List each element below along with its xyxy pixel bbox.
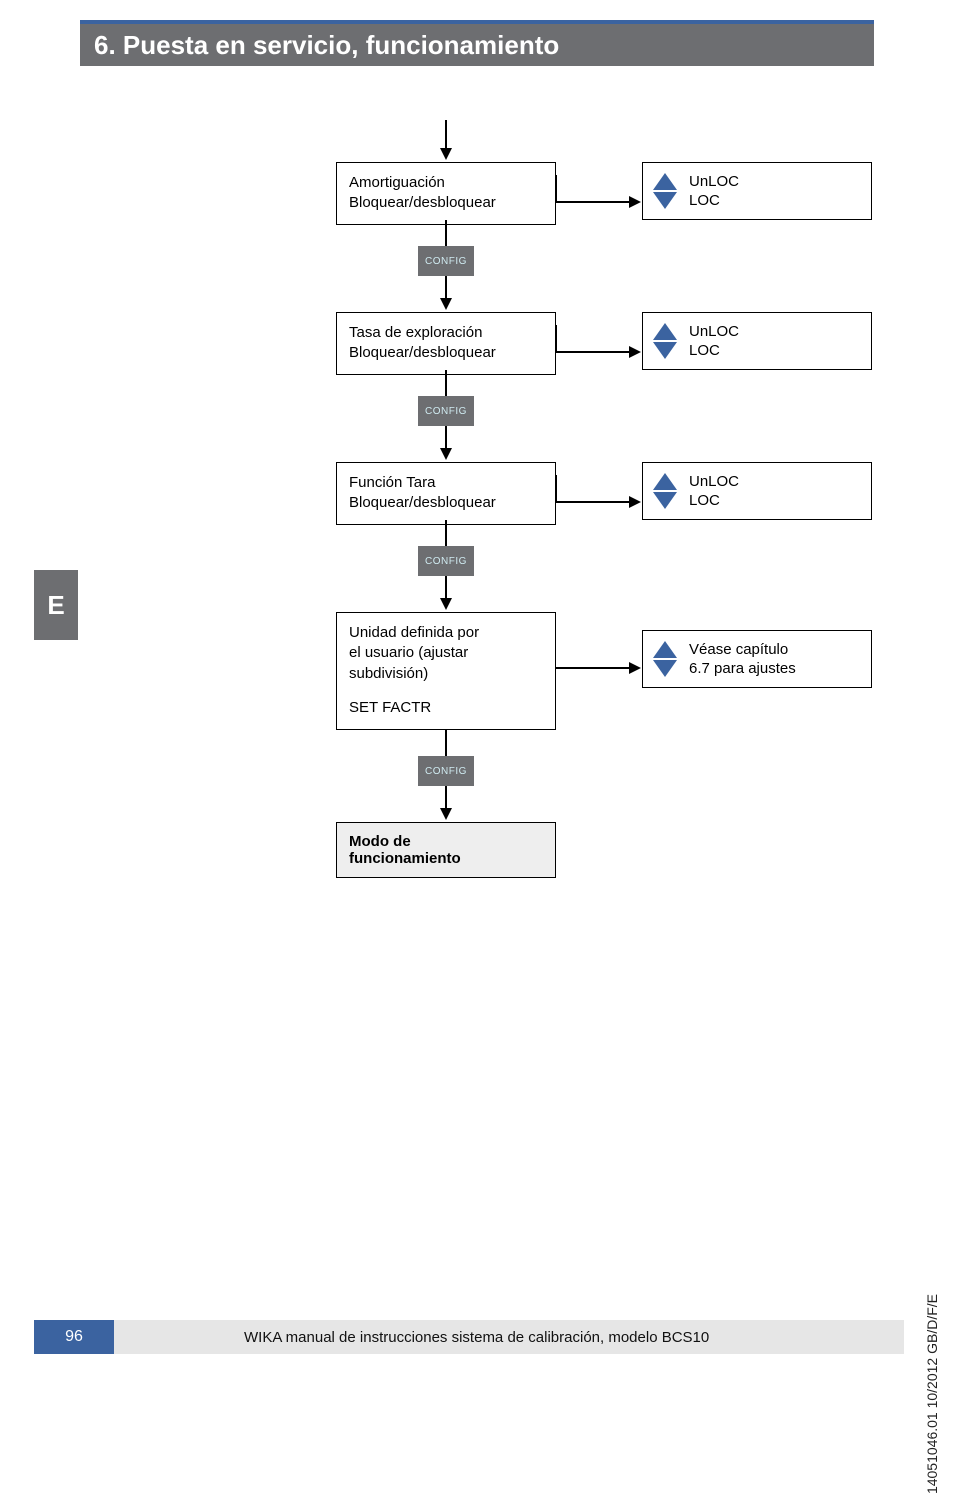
arrow-right-icon <box>629 346 641 358</box>
option-row: LOC <box>653 192 861 209</box>
option-row: UnLOC <box>653 323 861 340</box>
triangle-up-icon <box>653 473 677 490</box>
config-button: CONFIG <box>418 546 474 576</box>
option-row: UnLOC <box>653 173 861 190</box>
step-line: Bloquear/desbloquear <box>349 343 543 363</box>
footer-text: WIKA manual de instrucciones sistema de … <box>244 1329 709 1346</box>
option-box: Véase capítulo 6.7 para ajustes <box>642 630 872 688</box>
arrow-right-icon <box>629 496 641 508</box>
arrow-down-icon <box>440 298 452 310</box>
arrow-down-icon <box>440 598 452 610</box>
option-row: UnLOC <box>653 473 861 490</box>
option-row: LOC <box>653 492 861 509</box>
option-row: LOC <box>653 342 861 359</box>
page: 6. Puesta en servicio, funcionamiento E … <box>0 0 954 1354</box>
arrow-down-icon <box>440 148 452 160</box>
final-line: funcionamiento <box>349 850 543 867</box>
section-header: 6. Puesta en servicio, funcionamiento <box>80 20 874 66</box>
connector-line <box>555 175 557 203</box>
option-row: 6.7 para ajustes <box>653 660 861 677</box>
language-tab: E <box>34 570 78 640</box>
step-line: Amortiguación <box>349 173 543 193</box>
option-box: UnLOC LOC <box>642 162 872 220</box>
option-label: UnLOC <box>689 173 739 190</box>
triangle-down-icon <box>653 492 677 509</box>
step-line: Bloquear/desbloquear <box>349 493 543 513</box>
connector-line <box>555 201 631 203</box>
option-label: UnLOC <box>689 473 739 490</box>
step-box: Tasa de exploración Bloquear/desbloquear <box>336 312 556 375</box>
step-box: Función Tara Bloquear/desbloquear <box>336 462 556 525</box>
option-label: Véase capítulo <box>689 641 788 658</box>
page-number: 96 <box>34 1320 114 1354</box>
step-line: Tasa de exploración <box>349 323 543 343</box>
config-button: CONFIG <box>418 246 474 276</box>
option-label: UnLOC <box>689 323 739 340</box>
connector-line <box>445 370 447 396</box>
triangle-down-icon <box>653 342 677 359</box>
connector-line <box>445 730 447 756</box>
step-line: Función Tara <box>349 473 543 493</box>
config-button: CONFIG <box>418 396 474 426</box>
triangle-down-icon <box>653 192 677 209</box>
config-button: CONFIG <box>418 756 474 786</box>
final-line: Modo de <box>349 833 543 850</box>
option-box: UnLOC LOC <box>642 462 872 520</box>
step-line: subdivisión) <box>349 664 543 684</box>
connector-line <box>445 786 447 810</box>
triangle-up-icon <box>653 173 677 190</box>
step-line: Unidad definida por <box>349 623 543 643</box>
option-box: UnLOC LOC <box>642 312 872 370</box>
connector-line <box>555 325 557 353</box>
connector-line <box>445 276 447 300</box>
step-box: Unidad definida por el usuario (ajustar … <box>336 612 556 730</box>
connector-line <box>445 220 447 246</box>
triangle-up-icon <box>653 323 677 340</box>
option-label: LOC <box>689 342 720 359</box>
triangle-down-icon <box>653 660 677 677</box>
section-title: 6. Puesta en servicio, funcionamiento <box>94 30 559 61</box>
connector-line <box>445 576 447 600</box>
arrow-right-icon <box>629 662 641 674</box>
option-label: LOC <box>689 192 720 209</box>
connector-line <box>445 520 447 546</box>
connector-line <box>555 475 557 503</box>
connector-line <box>555 501 631 503</box>
final-box: Modo de funcionamiento <box>336 822 556 878</box>
step-line: el usuario (ajustar <box>349 643 543 663</box>
arrow-right-icon <box>629 196 641 208</box>
option-label: LOC <box>689 492 720 509</box>
step-box: Amortiguación Bloquear/desbloquear <box>336 162 556 225</box>
option-label: 6.7 para ajustes <box>689 660 796 677</box>
connector-line <box>555 351 631 353</box>
arrow-down-icon <box>440 448 452 460</box>
connector-line <box>445 120 447 150</box>
step-line: Bloquear/desbloquear <box>349 193 543 213</box>
arrow-down-icon <box>440 808 452 820</box>
option-row: Véase capítulo <box>653 641 861 658</box>
connector-line <box>445 426 447 450</box>
triangle-up-icon <box>653 641 677 658</box>
document-code: 14051046.01 10/2012 GB/D/F/E <box>924 1294 940 1494</box>
connector-line <box>555 667 631 669</box>
page-footer: 96 WIKA manual de instrucciones sistema … <box>34 1320 904 1354</box>
step-line: SET FACTR <box>349 698 543 718</box>
